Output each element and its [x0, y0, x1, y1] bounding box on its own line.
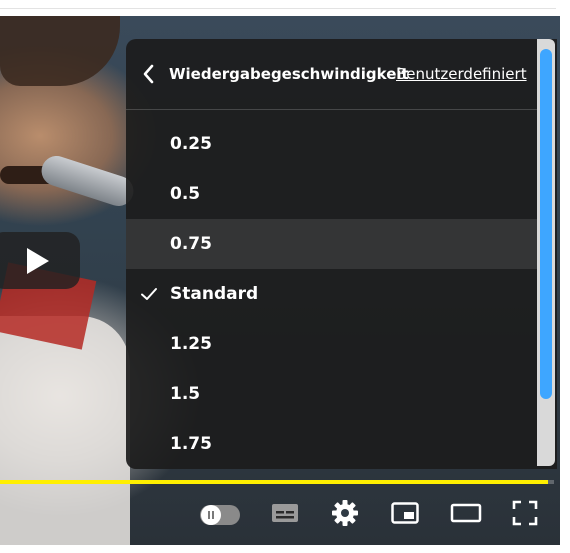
- miniplayer-icon[interactable]: [390, 498, 420, 528]
- theater-mode-icon[interactable]: [450, 498, 482, 528]
- speed-option-0-75[interactable]: 0.75: [126, 219, 537, 269]
- video-content: [37, 152, 138, 210]
- speed-options-list: 0.25 0.5 0.75 Standard 1.25 1.5 1.75: [126, 119, 537, 469]
- checkmark-icon: [141, 288, 157, 300]
- pause-icon: [201, 505, 221, 525]
- speed-option-label: 1.75: [170, 434, 212, 454]
- page-bottom-strip: [0, 545, 570, 553]
- speed-option-label: 1.5: [170, 384, 201, 404]
- fullscreen-icon[interactable]: [510, 498, 540, 528]
- autoplay-toggle[interactable]: [200, 505, 240, 525]
- divider: [0, 8, 556, 9]
- menu-header: Wiedergabegeschwindigkeit Benutzerdefini…: [126, 39, 537, 110]
- play-button[interactable]: [0, 232, 80, 289]
- page-top-bar: [0, 0, 570, 16]
- speed-option-1-25[interactable]: 1.25: [126, 319, 537, 369]
- menu-title: Wiedergabegeschwindigkeit: [169, 65, 409, 83]
- speed-option-label: 0.25: [170, 134, 212, 154]
- speed-option-1-5[interactable]: 1.5: [126, 369, 537, 419]
- play-icon: [27, 248, 49, 274]
- speed-option-standard[interactable]: Standard: [126, 269, 537, 319]
- progress-bar[interactable]: [0, 480, 554, 484]
- video-content: [0, 316, 130, 545]
- speed-option-0-25[interactable]: 0.25: [126, 119, 537, 169]
- gear-icon[interactable]: [330, 498, 360, 528]
- playback-speed-menu: Wiedergabegeschwindigkeit Benutzerdefini…: [126, 39, 557, 469]
- subtitles-icon[interactable]: [270, 498, 300, 528]
- scrollbar-thumb[interactable]: [540, 49, 552, 399]
- speed-option-1-75[interactable]: 1.75: [126, 419, 537, 469]
- speed-option-label: 0.5: [170, 184, 201, 204]
- menu-scrollbar[interactable]: [537, 39, 555, 466]
- back-button[interactable]: [138, 62, 160, 86]
- video-content: [0, 16, 120, 86]
- speed-option-label: 1.25: [170, 334, 212, 354]
- speed-option-0-5[interactable]: 0.5: [126, 169, 537, 219]
- chevron-left-icon: [143, 64, 154, 84]
- custom-speed-link[interactable]: Benutzerdefiniert: [396, 65, 527, 83]
- speed-option-label: 0.75: [170, 234, 212, 254]
- speed-option-label: Standard: [170, 284, 259, 304]
- progress-fill: [0, 480, 549, 484]
